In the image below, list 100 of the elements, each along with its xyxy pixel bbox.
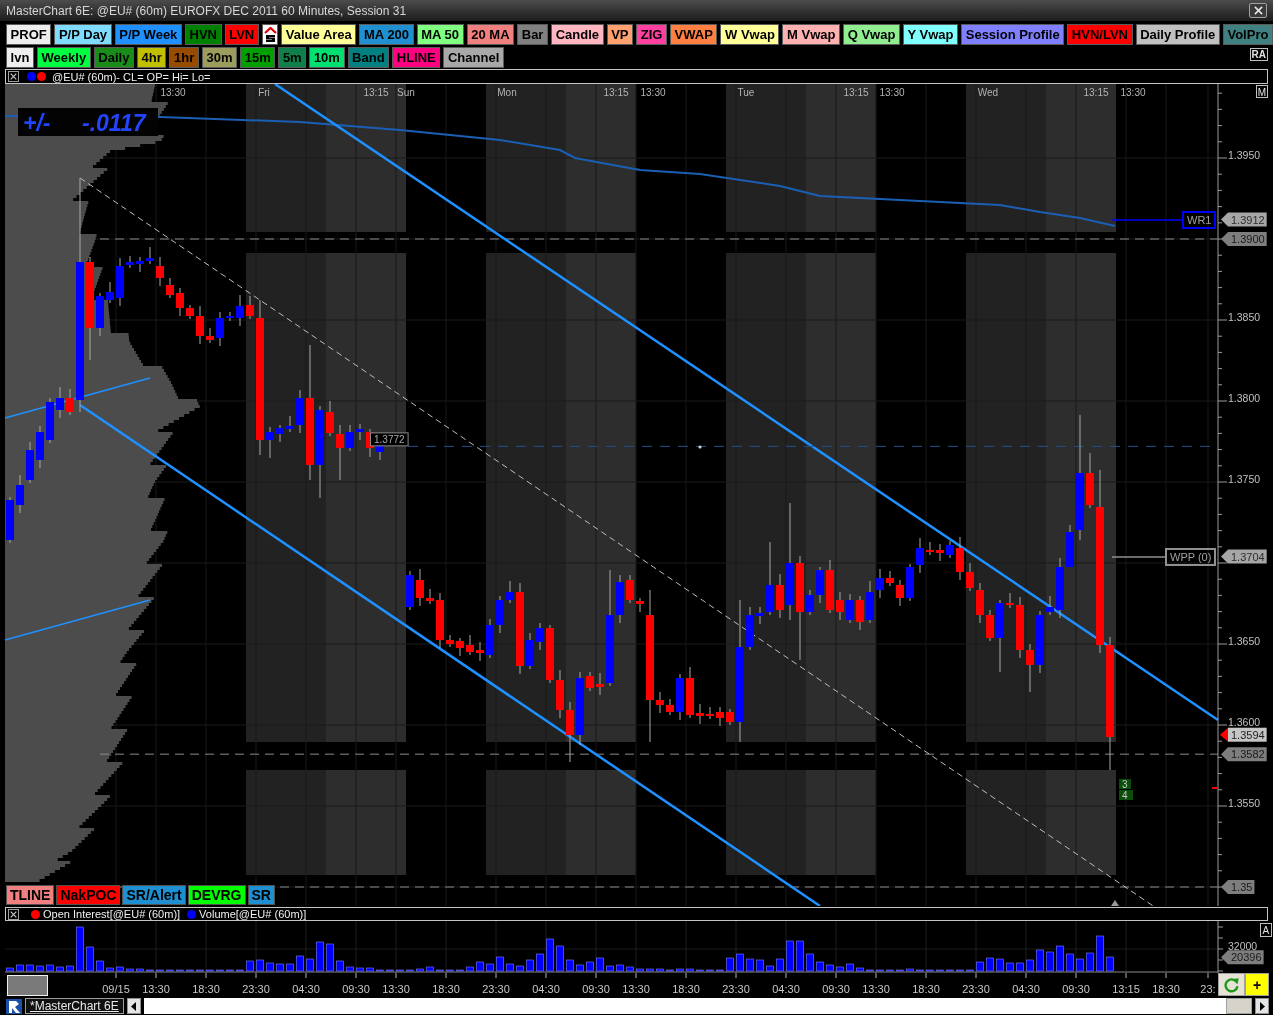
count-badge: 3 (1119, 779, 1131, 790)
toolbar-button[interactable]: Value Area (281, 24, 357, 45)
scroll-handle[interactable] (7, 975, 48, 996)
price-flag: 1.3900 (1221, 232, 1267, 246)
pane-tag-button[interactable]: A (1260, 923, 1272, 937)
add-button[interactable]: + (1245, 973, 1269, 996)
time-axis-label: 09:30 (1062, 983, 1090, 995)
toolbar-button[interactable]: Bar (517, 24, 549, 45)
toolbar-button[interactable]: VP (606, 24, 634, 45)
time-label: 13:30 (879, 87, 905, 98)
time-axis-label: 13:30 (862, 983, 890, 995)
pane-tag-button[interactable]: M (1256, 85, 1268, 98)
time-label: Mon (497, 87, 517, 98)
toolbar-button[interactable]: P/P Day (54, 24, 112, 45)
time-axis-label: 09/15 (102, 983, 130, 995)
right-arrow-icon (1259, 1001, 1265, 1011)
toolbar-button[interactable]: Band (347, 47, 390, 68)
toolbar-button[interactable]: HVN/LVN (1067, 24, 1133, 45)
volume-flag: 20396 (1221, 950, 1264, 965)
app-icon (6, 998, 22, 1014)
close-button[interactable] (8, 71, 19, 82)
toolbar-button[interactable]: 20 MA (466, 24, 515, 45)
time-axis-label: 04:30 (532, 983, 560, 995)
chart-tab[interactable]: *MasterChart 6E (25, 998, 124, 1014)
time-label: Fri (258, 87, 270, 98)
toolbar-button[interactable]: 15m (240, 47, 276, 68)
time-axis-label: 18:30 (432, 983, 460, 995)
refresh-icon (1223, 976, 1240, 993)
time-label: 13:30 (160, 87, 186, 98)
scroll-right-button[interactable] (1255, 998, 1269, 1014)
level-tag: WPP (0) (1165, 548, 1216, 566)
toolbar-button[interactable]: W Vwap (720, 24, 780, 45)
toolbar-button[interactable]: DEVRG (187, 885, 246, 905)
toolbar-button[interactable]: 30m (201, 47, 238, 68)
legend-text: Volume[@EU# (60m)] (199, 908, 307, 920)
toolbar-button[interactable]: NakPOC (56, 885, 121, 905)
time-label: 13:15 (363, 87, 389, 98)
toolbar-button[interactable]: 4hr (137, 47, 167, 68)
close-icon (10, 73, 17, 80)
toolbar-button[interactable]: ZIG (636, 24, 667, 45)
price-flag: 1.3912 (1221, 212, 1267, 227)
toolbar-button[interactable]: Candle (551, 24, 604, 45)
toolbar-button[interactable]: Channel (443, 47, 504, 68)
toolbar-button[interactable]: VWAP (669, 24, 718, 45)
time-axis-label: 13:30 (382, 983, 410, 995)
pane-tag-button[interactable]: RA (1249, 48, 1268, 61)
price-axis-label: 1.3600 (1228, 716, 1261, 728)
price-flag: 1.3594 (1220, 727, 1267, 742)
toolbar-button[interactable]: P/P Week (114, 24, 182, 45)
close-icon (10, 910, 17, 918)
toolbar-button[interactable]: Q Vwap (843, 24, 900, 45)
time-axis-label: 04:30 (292, 983, 320, 995)
toolbar-button[interactable]: 10m (309, 47, 345, 68)
time-axis-label: 09:30 (822, 983, 850, 995)
toolbar-button[interactable]: HVN (184, 24, 222, 45)
time-axis-label: 23:30 (722, 983, 750, 995)
toolbar-button[interactable]: SR (247, 885, 275, 905)
toolbar-button[interactable]: MA 200 (359, 24, 414, 45)
time-label: Wed (977, 87, 999, 98)
window-title: MasterChart 6E: @EU# (60m) EUROFX DEC 2011 60 Minutes, Session 31 (6, 3, 408, 18)
time-axis-label: 09:30 (342, 983, 370, 995)
toolbar-button[interactable]: Weekly (37, 47, 91, 68)
close-button[interactable] (1249, 3, 1267, 18)
time-axis-label: 13:15 (1112, 983, 1140, 995)
price-flag: 1.3582 (1221, 747, 1267, 762)
scroll-left-button[interactable] (126, 998, 141, 1014)
price-axis-label: 1.3950 (1228, 149, 1261, 161)
price-axis-label: 1.3850 (1228, 311, 1261, 323)
close-button[interactable] (8, 908, 19, 920)
toolbar-button[interactable]: HLINE (392, 47, 441, 68)
refresh-button[interactable] (1218, 973, 1245, 996)
legend-text: Open Interest[@EU# (60m)] (43, 908, 181, 920)
toolbar-button[interactable]: Y Vwap (902, 24, 959, 45)
level-line (1111, 556, 1166, 558)
toolbar-button[interactable]: lvn (6, 47, 34, 68)
left-arrow-icon (131, 1001, 137, 1011)
toolbar-button[interactable]: 5m (278, 47, 307, 68)
volume-axis-scale (1217, 921, 1224, 973)
level-tag: WR1 (1182, 211, 1216, 229)
price-flag: 1.35 (1221, 880, 1255, 894)
time-axis-label: 23:30 (482, 983, 510, 995)
time-label: Sun (397, 87, 415, 98)
time-label: 13:15 (603, 87, 629, 98)
time-axis-label: 23: (1200, 983, 1216, 995)
toolbar-button[interactable]: M Vwap (782, 24, 841, 45)
toolbar-button[interactable]: LVN (224, 24, 259, 45)
toolbar-button[interactable]: TLINE (6, 885, 55, 905)
point-marker-icon (698, 445, 702, 449)
toolbar-button[interactable]: Session Profile (961, 24, 1065, 45)
toolbar-button[interactable]: PROF (6, 24, 52, 45)
toolbar-button[interactable]: VolPro (1222, 24, 1273, 45)
toolbar-button[interactable]: SR/Alert (122, 885, 186, 905)
triangle-marker-icon (1111, 900, 1119, 906)
toolbar-button[interactable] (261, 24, 279, 45)
price-axis-label: 1.3800 (1228, 392, 1261, 404)
toolbar-button[interactable]: Daily (93, 47, 134, 68)
toolbar-button[interactable]: Daily Profile (1135, 24, 1220, 45)
scrollbar-thumb[interactable] (1226, 998, 1252, 1014)
time-axis-label: 13:30 (622, 983, 650, 995)
toolbar-button[interactable]: MA 50 (416, 24, 464, 45)
